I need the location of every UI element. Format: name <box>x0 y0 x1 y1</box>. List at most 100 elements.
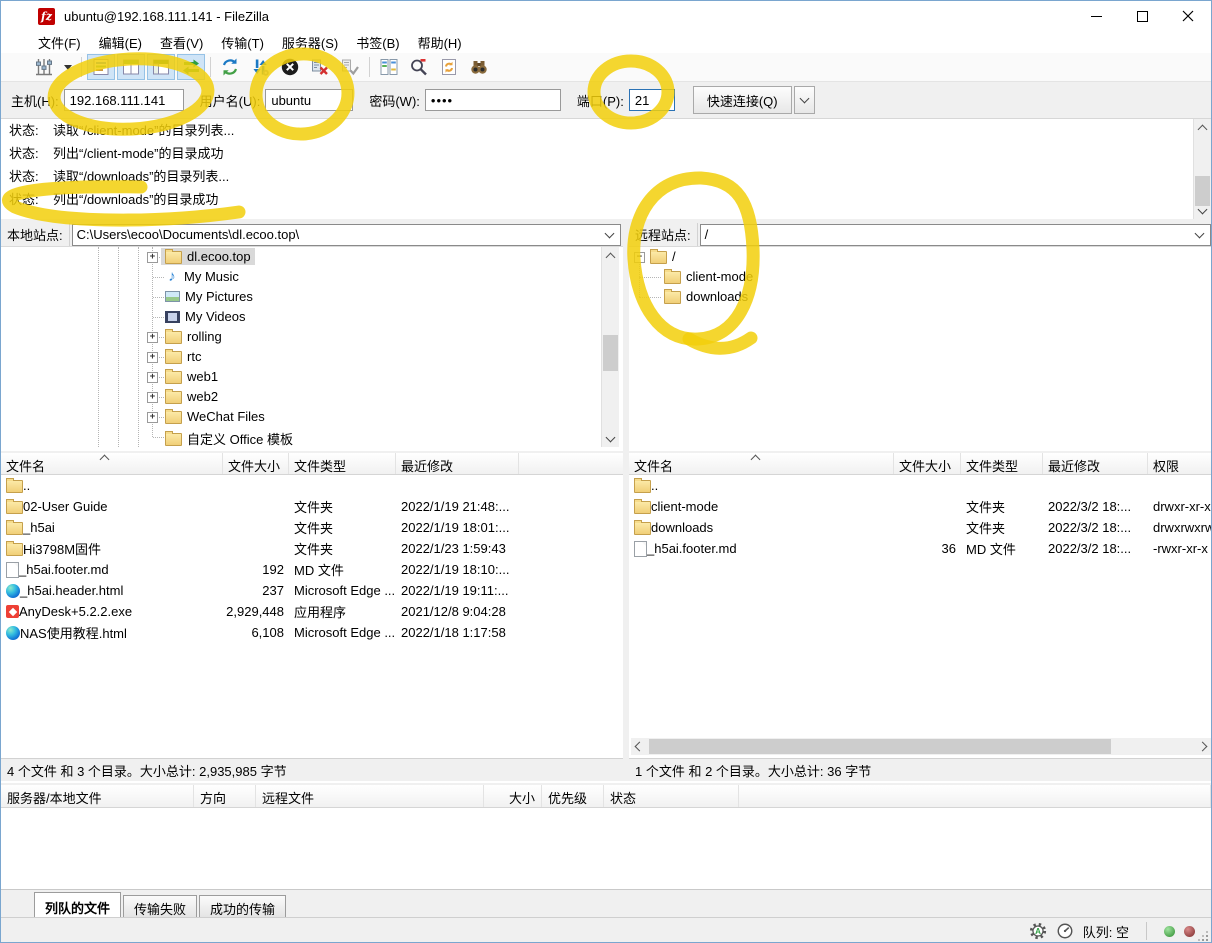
close-button[interactable] <box>1165 1 1211 31</box>
site-manager-button[interactable] <box>30 54 58 80</box>
process-queue-button[interactable] <box>246 54 274 80</box>
queue-column-size[interactable]: 大小 <box>484 785 542 807</box>
file-row-h5ai-footer-md[interactable]: _h5ai.footer.md192MD 文件2022/1/19 18:10:.… <box>1 559 623 580</box>
scroll-down-arrow[interactable] <box>1194 202 1211 219</box>
menu-item-edit[interactable]: 编辑(E) <box>90 31 151 54</box>
toggle-queue-processing-icon[interactable]: A <box>1029 922 1047 940</box>
username-input[interactable] <box>265 89 353 111</box>
file-row-02-user-guide[interactable]: 02-User Guide文件夹2022/1/19 21:48:... <box>1 496 623 517</box>
tree-item-item[interactable]: −/ <box>629 247 1212 267</box>
quickconnect-dropdown-button[interactable] <box>794 86 815 114</box>
maximize-button[interactable] <box>1119 1 1165 31</box>
file-row-hi3798m[interactable]: Hi3798M固件文件夹2022/1/23 1:59:43 <box>1 538 623 559</box>
tree-item-my-music[interactable]: My Music <box>1 267 623 287</box>
tree-item-row[interactable]: rolling <box>161 328 226 345</box>
tree-item-row[interactable]: web2 <box>161 388 222 405</box>
tree-item-row[interactable]: WeChat Files <box>161 408 269 425</box>
file-row-nas-html[interactable]: NAS使用教程.html6,108Microsoft Edge ...2022/… <box>1 622 623 643</box>
tree-expander-plus-icon[interactable]: + <box>147 372 158 383</box>
scroll-left-arrow[interactable] <box>631 738 648 755</box>
password-input[interactable] <box>425 89 561 111</box>
tree-item-client-mode[interactable]: client-mode <box>629 267 1212 287</box>
column-header-filename[interactable]: 文件名 <box>629 453 894 474</box>
queue-column-direction[interactable]: 方向 <box>194 785 256 807</box>
file-row-h5ai-header-html[interactable]: _h5ai.header.html237Microsoft Edge ...20… <box>1 580 623 601</box>
find-files-button[interactable] <box>465 54 493 80</box>
tab-successful-transfers[interactable]: 成功的传输 <box>199 895 286 917</box>
tree-expander-plus-icon[interactable]: + <box>147 332 158 343</box>
filename-filters-button[interactable] <box>405 54 433 80</box>
toggle-message-log-button[interactable] <box>87 54 115 80</box>
resize-grip[interactable] <box>1198 931 1208 941</box>
hscrollbar-thumb[interactable] <box>649 739 1111 754</box>
column-header-permissions[interactable]: 权限 <box>1148 453 1212 474</box>
file-row-client-mode[interactable]: client-mode文件夹2022/3/2 18:...drwxr-xr-x <box>629 496 1212 517</box>
tree-item-dl-ecoo-top[interactable]: +dl.ecoo.top <box>1 247 623 267</box>
synchronized-browsing-button[interactable] <box>435 54 463 80</box>
minimize-button[interactable] <box>1073 1 1119 31</box>
tree-item-web2[interactable]: +web2 <box>1 387 623 407</box>
file-row-item[interactable]: .. <box>629 475 1212 496</box>
tree-expander-plus-icon[interactable]: + <box>147 252 158 263</box>
remote-path-combo[interactable]: / <box>700 224 1211 246</box>
directory-compare-button[interactable] <box>375 54 403 80</box>
tree-item-my-pictures[interactable]: My Pictures <box>1 287 623 307</box>
port-input[interactable] <box>629 89 675 111</box>
column-header-filename[interactable]: 文件名 <box>1 453 223 474</box>
file-row-downloads[interactable]: downloads文件夹2022/3/2 18:...drwxrwxrwx <box>629 517 1212 538</box>
column-header-modified[interactable]: 最近修改 <box>1043 453 1148 474</box>
queue-column-status[interactable]: 状态 <box>604 785 739 807</box>
host-input[interactable] <box>64 89 184 111</box>
disconnect-button[interactable] <box>306 54 334 80</box>
reconnect-button[interactable] <box>336 54 364 80</box>
tree-item-row[interactable]: dl.ecoo.top <box>161 248 255 265</box>
menu-item-bookmarks[interactable]: 书签(B) <box>347 31 408 54</box>
toggle-local-tree-button[interactable] <box>117 54 145 80</box>
tree-item-row[interactable]: / <box>646 248 680 265</box>
tree-item-row[interactable]: My Videos <box>161 308 249 325</box>
scroll-right-arrow[interactable] <box>1194 738 1211 755</box>
tree-item-office[interactable]: 自定义 Office 模板 <box>1 427 623 447</box>
column-header-filetype[interactable]: 文件类型 <box>289 453 396 474</box>
tree-item-row[interactable]: My Pictures <box>161 288 257 305</box>
cancel-operation-button[interactable] <box>276 54 304 80</box>
menu-item-help[interactable]: 帮助(H) <box>409 31 471 54</box>
tree-item-web1[interactable]: +web1 <box>1 367 623 387</box>
tree-item-rtc[interactable]: +rtc <box>1 347 623 367</box>
column-header-modified[interactable]: 最近修改 <box>396 453 519 474</box>
column-header-filesize[interactable]: 文件大小 <box>223 453 289 474</box>
scroll-up-arrow[interactable] <box>1194 119 1211 136</box>
tree-item-downloads[interactable]: downloads <box>629 287 1212 307</box>
tree-expander-minus-icon[interactable]: − <box>634 252 645 263</box>
tree-item-row[interactable]: web1 <box>161 368 222 385</box>
tree-expander-plus-icon[interactable]: + <box>147 352 158 363</box>
menu-item-server[interactable]: 服务器(S) <box>273 31 347 54</box>
menu-item-transfer[interactable]: 传输(T) <box>212 31 273 54</box>
queue-column-priority[interactable]: 优先级 <box>542 785 604 807</box>
file-row-anydesk-5-2-2-exe[interactable]: AnyDesk+5.2.2.exe2,929,448应用程序2021/12/8 … <box>1 601 623 622</box>
tree-expander-plus-icon[interactable]: + <box>147 392 158 403</box>
file-row-item[interactable]: .. <box>1 475 623 496</box>
queue-column-remote-file[interactable]: 远程文件 <box>256 785 484 807</box>
local-path-combo[interactable]: C:\Users\ecoo\Documents\dl.ecoo.top\ <box>72 224 621 246</box>
site-manager-dropdown-button[interactable] <box>60 54 76 80</box>
log-scrollbar[interactable] <box>1193 119 1211 219</box>
tree-item-row[interactable]: My Music <box>161 268 243 285</box>
column-header-filetype[interactable]: 文件类型 <box>961 453 1043 474</box>
file-row-h5ai-footer-md[interactable]: _h5ai.footer.md36MD 文件2022/3/2 18:...-rw… <box>629 538 1212 559</box>
tree-item-row[interactable]: downloads <box>660 288 752 305</box>
remote-list-hscrollbar[interactable] <box>631 738 1211 755</box>
tree-item-row[interactable]: rtc <box>161 348 205 365</box>
tree-item-row[interactable]: 自定义 Office 模板 <box>161 428 297 447</box>
tree-item-rolling[interactable]: +rolling <box>1 327 623 347</box>
tab-queued-files[interactable]: 列队的文件 <box>34 892 121 917</box>
quickconnect-button[interactable]: 快速连接(Q) <box>693 86 792 114</box>
queue-column-server-local-file[interactable]: 服务器/本地文件 <box>1 785 194 807</box>
tree-expander-plus-icon[interactable]: + <box>147 412 158 423</box>
tree-item-wechat-files[interactable]: +WeChat Files <box>1 407 623 427</box>
toggle-transfer-queue-button[interactable] <box>177 54 205 80</box>
tree-item-my-videos[interactable]: My Videos <box>1 307 623 327</box>
speed-limits-icon[interactable] <box>1056 922 1074 940</box>
tab-failed-transfers[interactable]: 传输失败 <box>123 895 197 917</box>
tree-item-row[interactable]: client-mode <box>660 268 757 285</box>
